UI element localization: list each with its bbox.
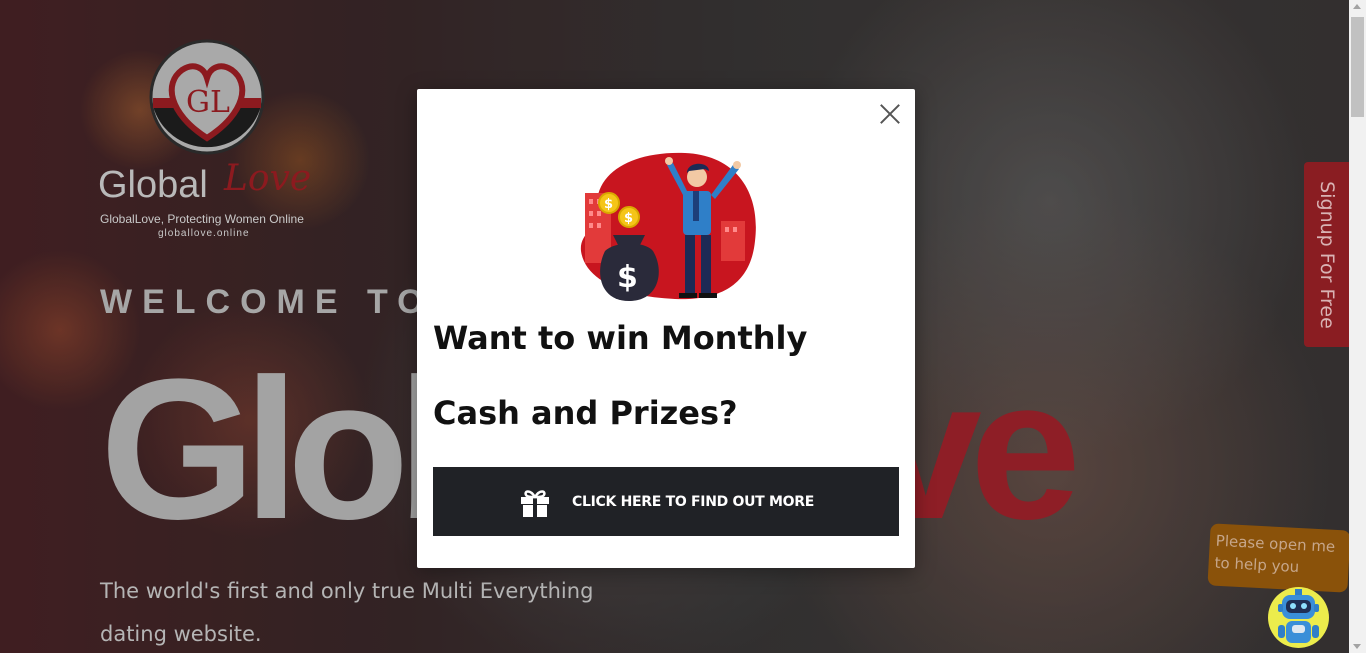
svg-text:$: $ bbox=[604, 197, 613, 212]
find-out-more-button[interactable]: CLICK HERE TO FIND OUT MORE bbox=[433, 467, 899, 536]
robot-icon bbox=[1278, 589, 1319, 643]
svg-text:$: $ bbox=[624, 211, 633, 226]
page-scrollbar[interactable] bbox=[1349, 0, 1366, 653]
logo-initials: GL bbox=[186, 85, 230, 120]
logo-wordmark-script: Love bbox=[224, 158, 312, 199]
modal-title: Want to win Monthly Cash and Prizes? bbox=[433, 319, 808, 432]
close-icon[interactable] bbox=[879, 103, 901, 125]
logo-tagline: GlobalLove, Protecting Women Online bbox=[100, 212, 304, 226]
hero-lead-text: The world's first and only true Multi Ev… bbox=[100, 579, 594, 646]
help-bubble[interactable]: Please open me to help you bbox=[1207, 523, 1349, 593]
scrollbar-thumb[interactable] bbox=[1351, 17, 1364, 117]
chatbot-button[interactable] bbox=[1268, 587, 1329, 648]
signup-side-tab[interactable]: Signup For Free bbox=[1304, 162, 1349, 347]
site-logo[interactable]: GL Global Love GlobalLove, Protecting Wo… bbox=[96, 38, 326, 243]
cta-label: CLICK HERE TO FIND OUT MORE bbox=[572, 493, 814, 510]
scroll-up-arrow-icon[interactable] bbox=[1353, 4, 1361, 9]
money-winner-illustration: $ $ $ bbox=[580, 152, 756, 301]
logo-wordmark: Global bbox=[98, 164, 208, 206]
promo-modal: $ $ $ Want to win Monthly Cash and Prize… bbox=[417, 89, 915, 568]
welcome-heading: WELCOME TO bbox=[100, 283, 434, 321]
svg-text:$: $ bbox=[617, 260, 638, 295]
signup-tab-label: Signup For Free bbox=[1315, 180, 1338, 329]
logo-domain: globallove.online bbox=[158, 228, 250, 239]
logo-emblem-icon: GL bbox=[149, 39, 265, 155]
gift-icon bbox=[521, 489, 549, 517]
scroll-down-arrow-icon[interactable] bbox=[1353, 644, 1361, 649]
